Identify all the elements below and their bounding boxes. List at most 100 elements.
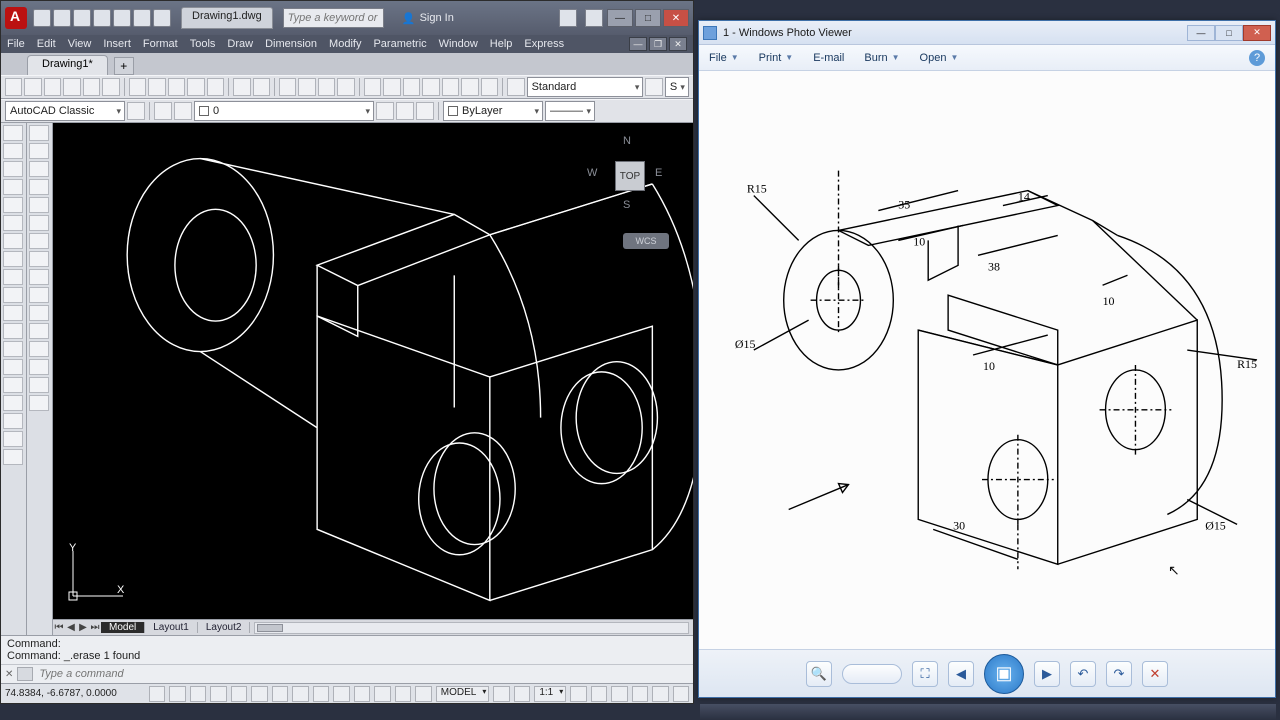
hw-icon[interactable]	[632, 686, 648, 702]
mdi-close[interactable]: ✕	[669, 37, 687, 51]
save-file-icon[interactable]	[44, 78, 61, 96]
xline-icon[interactable]	[3, 143, 23, 159]
wpv-close[interactable]: ✕	[1243, 25, 1271, 41]
slideshow-button[interactable]: ▣	[984, 654, 1024, 694]
exchange-icon[interactable]	[559, 9, 577, 27]
ducs-icon[interactable]	[292, 686, 308, 702]
iso-icon[interactable]	[652, 686, 668, 702]
preview-icon[interactable]	[83, 78, 100, 96]
anno-icon[interactable]	[570, 686, 586, 702]
cut-icon[interactable]	[129, 78, 146, 96]
menu-parametric[interactable]: Parametric	[373, 38, 426, 50]
linetype-dropdown[interactable]: ———	[545, 101, 595, 121]
addsel-icon[interactable]	[3, 449, 23, 465]
zoom-icon[interactable]	[298, 78, 315, 96]
snapmode-icon[interactable]	[149, 686, 165, 702]
circle-icon[interactable]	[3, 233, 23, 249]
wcs-badge[interactable]: WCS	[623, 233, 669, 249]
copy-icon[interactable]	[148, 78, 165, 96]
model-space-toggle[interactable]: MODEL	[436, 686, 490, 702]
help-icon[interactable]	[585, 9, 603, 27]
viewcube-face[interactable]: TOP	[615, 161, 645, 191]
osnap-icon[interactable]	[231, 686, 247, 702]
line-icon[interactable]	[3, 125, 23, 141]
tbl6-icon[interactable]	[461, 78, 478, 96]
copy2-icon[interactable]	[29, 143, 49, 159]
plot-icon[interactable]	[113, 9, 131, 27]
delete-button[interactable]: ✕	[1142, 661, 1168, 687]
table-icon[interactable]	[3, 413, 23, 429]
tab-model[interactable]: Model	[101, 622, 145, 633]
ws-icon[interactable]	[591, 686, 607, 702]
new-file-icon[interactable]	[5, 78, 22, 96]
polygon-icon[interactable]	[3, 179, 23, 195]
tbl5-icon[interactable]	[442, 78, 459, 96]
spline-icon[interactable]	[3, 269, 23, 285]
hatch-icon[interactable]	[3, 359, 23, 375]
arc-icon[interactable]	[3, 215, 23, 231]
help2-icon[interactable]	[481, 78, 498, 96]
zoom-window-icon[interactable]	[318, 78, 335, 96]
menu-help[interactable]: Help	[490, 38, 513, 50]
layer-off-icon[interactable]	[376, 102, 394, 120]
keyword-search-input[interactable]	[283, 8, 384, 28]
next-button[interactable]: ▶	[1034, 661, 1060, 687]
gradient-icon[interactable]	[3, 377, 23, 393]
hscroll[interactable]	[254, 622, 689, 634]
layer-freeze-icon[interactable]	[396, 102, 414, 120]
wpv-minimize[interactable]: —	[1187, 25, 1215, 41]
zoom-slider[interactable]	[842, 664, 902, 684]
minimize-button[interactable]: —	[607, 9, 633, 27]
join-icon[interactable]	[29, 341, 49, 357]
erase-icon[interactable]	[29, 125, 49, 141]
revcloud-icon[interactable]	[3, 251, 23, 267]
menu-window[interactable]: Window	[439, 38, 478, 50]
tab-prev[interactable]: ◀	[65, 622, 77, 633]
tbl4-icon[interactable]	[422, 78, 439, 96]
view-cube[interactable]: N S E W TOP	[585, 131, 675, 221]
am-icon[interactable]	[415, 686, 431, 702]
cmd-close-icon[interactable]: ✕	[5, 669, 13, 680]
offset-icon[interactable]	[29, 179, 49, 195]
menu-draw[interactable]: Draw	[227, 38, 253, 50]
dimstyle-icon[interactable]	[645, 78, 662, 96]
mtext-icon[interactable]	[3, 431, 23, 447]
new-tab-button[interactable]: +	[114, 57, 134, 75]
redo-icon[interactable]	[153, 9, 171, 27]
3dosnap-icon[interactable]	[251, 686, 267, 702]
fit-button[interactable]: ⛶	[912, 661, 938, 687]
wpv-maximize[interactable]: □	[1215, 25, 1243, 41]
polar-icon[interactable]	[210, 686, 226, 702]
anno-scale-dropdown[interactable]: 1:1	[534, 686, 566, 702]
ortho-icon[interactable]	[190, 686, 206, 702]
zoom-dropdown-button[interactable]: 🔍	[806, 661, 832, 687]
lock-icon[interactable]	[611, 686, 627, 702]
layer-lock-icon[interactable]	[416, 102, 434, 120]
tab-next[interactable]: ▶	[77, 622, 89, 633]
wpv-help-icon[interactable]: ?	[1249, 50, 1265, 66]
tbl-icon[interactable]	[364, 78, 381, 96]
move-icon[interactable]	[29, 215, 49, 231]
layerprop-icon[interactable]	[154, 102, 172, 120]
lwt-icon[interactable]	[333, 686, 349, 702]
explode-icon[interactable]	[29, 395, 49, 411]
color-dropdown[interactable]: ByLayer	[443, 101, 543, 121]
matchprop-icon[interactable]	[187, 78, 204, 96]
ellipsearc-icon[interactable]	[3, 305, 23, 321]
redo2-icon[interactable]	[253, 78, 270, 96]
workspace-settings-icon[interactable]	[127, 102, 145, 120]
block-icon[interactable]	[3, 323, 23, 339]
maximize-button[interactable]: □	[635, 9, 661, 27]
drawing-canvas[interactable]: N S E W TOP WCS Y X	[53, 123, 693, 619]
pan-icon[interactable]	[279, 78, 296, 96]
menu-dimension[interactable]: Dimension	[265, 38, 317, 50]
gridmode-icon[interactable]	[169, 686, 185, 702]
keyword-search[interactable]	[283, 8, 384, 28]
wpv-menu-burn[interactable]: Burn▼	[864, 52, 899, 64]
rectangle-icon[interactable]	[3, 197, 23, 213]
tab-last[interactable]: ⏭	[89, 622, 101, 633]
prev-button[interactable]: ◀	[948, 661, 974, 687]
textstyle-icon[interactable]	[507, 78, 524, 96]
tab-first[interactable]: ⏮	[53, 622, 65, 633]
viewcube-w[interactable]: W	[587, 167, 597, 179]
